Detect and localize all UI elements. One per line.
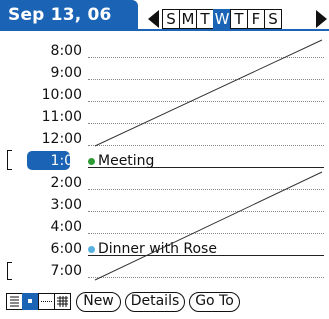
event-dot-icon — [88, 245, 95, 253]
empty-slot-line[interactable] — [88, 211, 324, 212]
time-row[interactable]: 8:00 — [0, 40, 329, 62]
time-row[interactable]: 6:00 Dinner with Rose — [0, 238, 329, 260]
time-row[interactable]: 11:00 — [0, 106, 329, 128]
duration-bracket — [7, 262, 12, 280]
time-label: 1:00 — [50, 153, 82, 169]
day-mon[interactable]: M — [179, 9, 197, 29]
time-row[interactable]: 12:00 — [0, 128, 329, 150]
time-row-selected[interactable]: 1:00 Meeting — [0, 150, 329, 172]
time-label: 10:00 — [41, 87, 82, 103]
empty-slot-line[interactable] — [88, 123, 324, 124]
time-label: 6:00 — [50, 241, 82, 257]
bottom-toolbar: New Details Go To — [0, 288, 329, 319]
time-row[interactable]: 10:00 — [0, 84, 329, 106]
day-list-view-icon[interactable] — [6, 293, 23, 310]
details-button[interactable]: Details — [125, 292, 185, 312]
day-sat[interactable]: S — [264, 9, 282, 29]
time-row[interactable]: 2:00 — [0, 172, 329, 194]
empty-slot-line[interactable] — [88, 145, 324, 146]
date-label[interactable]: Sep 13, 06 — [8, 5, 112, 25]
time-label: 3:00 — [50, 197, 82, 213]
time-row[interactable]: 9:00 — [0, 62, 329, 84]
empty-slot-line[interactable] — [88, 79, 324, 80]
time-label: 2:00 — [50, 175, 82, 191]
new-button[interactable]: New — [76, 292, 121, 312]
event-title[interactable]: Dinner with Rose — [98, 241, 217, 257]
duration-bracket — [7, 150, 12, 170]
day-fri[interactable]: F — [247, 9, 265, 29]
time-label: 12:00 — [41, 131, 82, 147]
month-view-icon[interactable] — [54, 293, 71, 310]
day-sun[interactable]: S — [162, 9, 180, 29]
time-label: 7:00 — [50, 263, 82, 279]
header: Sep 13, 06 S M T W T F S — [0, 0, 329, 31]
date-title-tab[interactable]: Sep 13, 06 — [0, 0, 138, 30]
day-wed[interactable]: W — [213, 9, 231, 29]
time-label: 8:00 — [50, 43, 82, 59]
time-label: 11:00 — [41, 109, 82, 125]
event-dot-icon — [88, 157, 95, 165]
time-row[interactable]: 7:00 — [0, 260, 329, 282]
event-dinner[interactable]: Dinner with Rose — [88, 241, 217, 257]
next-week-arrow-icon[interactable] — [316, 10, 327, 28]
day-tue[interactable]: T — [196, 9, 214, 29]
week-view-icon[interactable] — [38, 293, 55, 310]
empty-slot-line[interactable] — [88, 277, 324, 278]
week-day-selector: S M T W T F S — [162, 9, 282, 29]
time-row[interactable]: 4:00 — [0, 216, 329, 238]
empty-slot-line[interactable] — [88, 101, 324, 102]
header-divider — [0, 29, 329, 31]
event-meeting[interactable]: Meeting — [88, 153, 154, 169]
event-title[interactable]: Meeting — [98, 153, 154, 169]
day-view-icon[interactable] — [22, 293, 39, 310]
time-row[interactable]: 3:00 — [0, 194, 329, 216]
time-label: 4:00 — [50, 219, 82, 235]
time-label: 9:00 — [50, 65, 82, 81]
prev-week-arrow-icon[interactable] — [148, 10, 159, 28]
empty-slot-line[interactable] — [88, 189, 324, 190]
go-to-button[interactable]: Go To — [189, 292, 240, 312]
empty-slot-line[interactable] — [88, 57, 324, 58]
day-thu[interactable]: T — [230, 9, 248, 29]
empty-slot-line[interactable] — [88, 233, 324, 234]
